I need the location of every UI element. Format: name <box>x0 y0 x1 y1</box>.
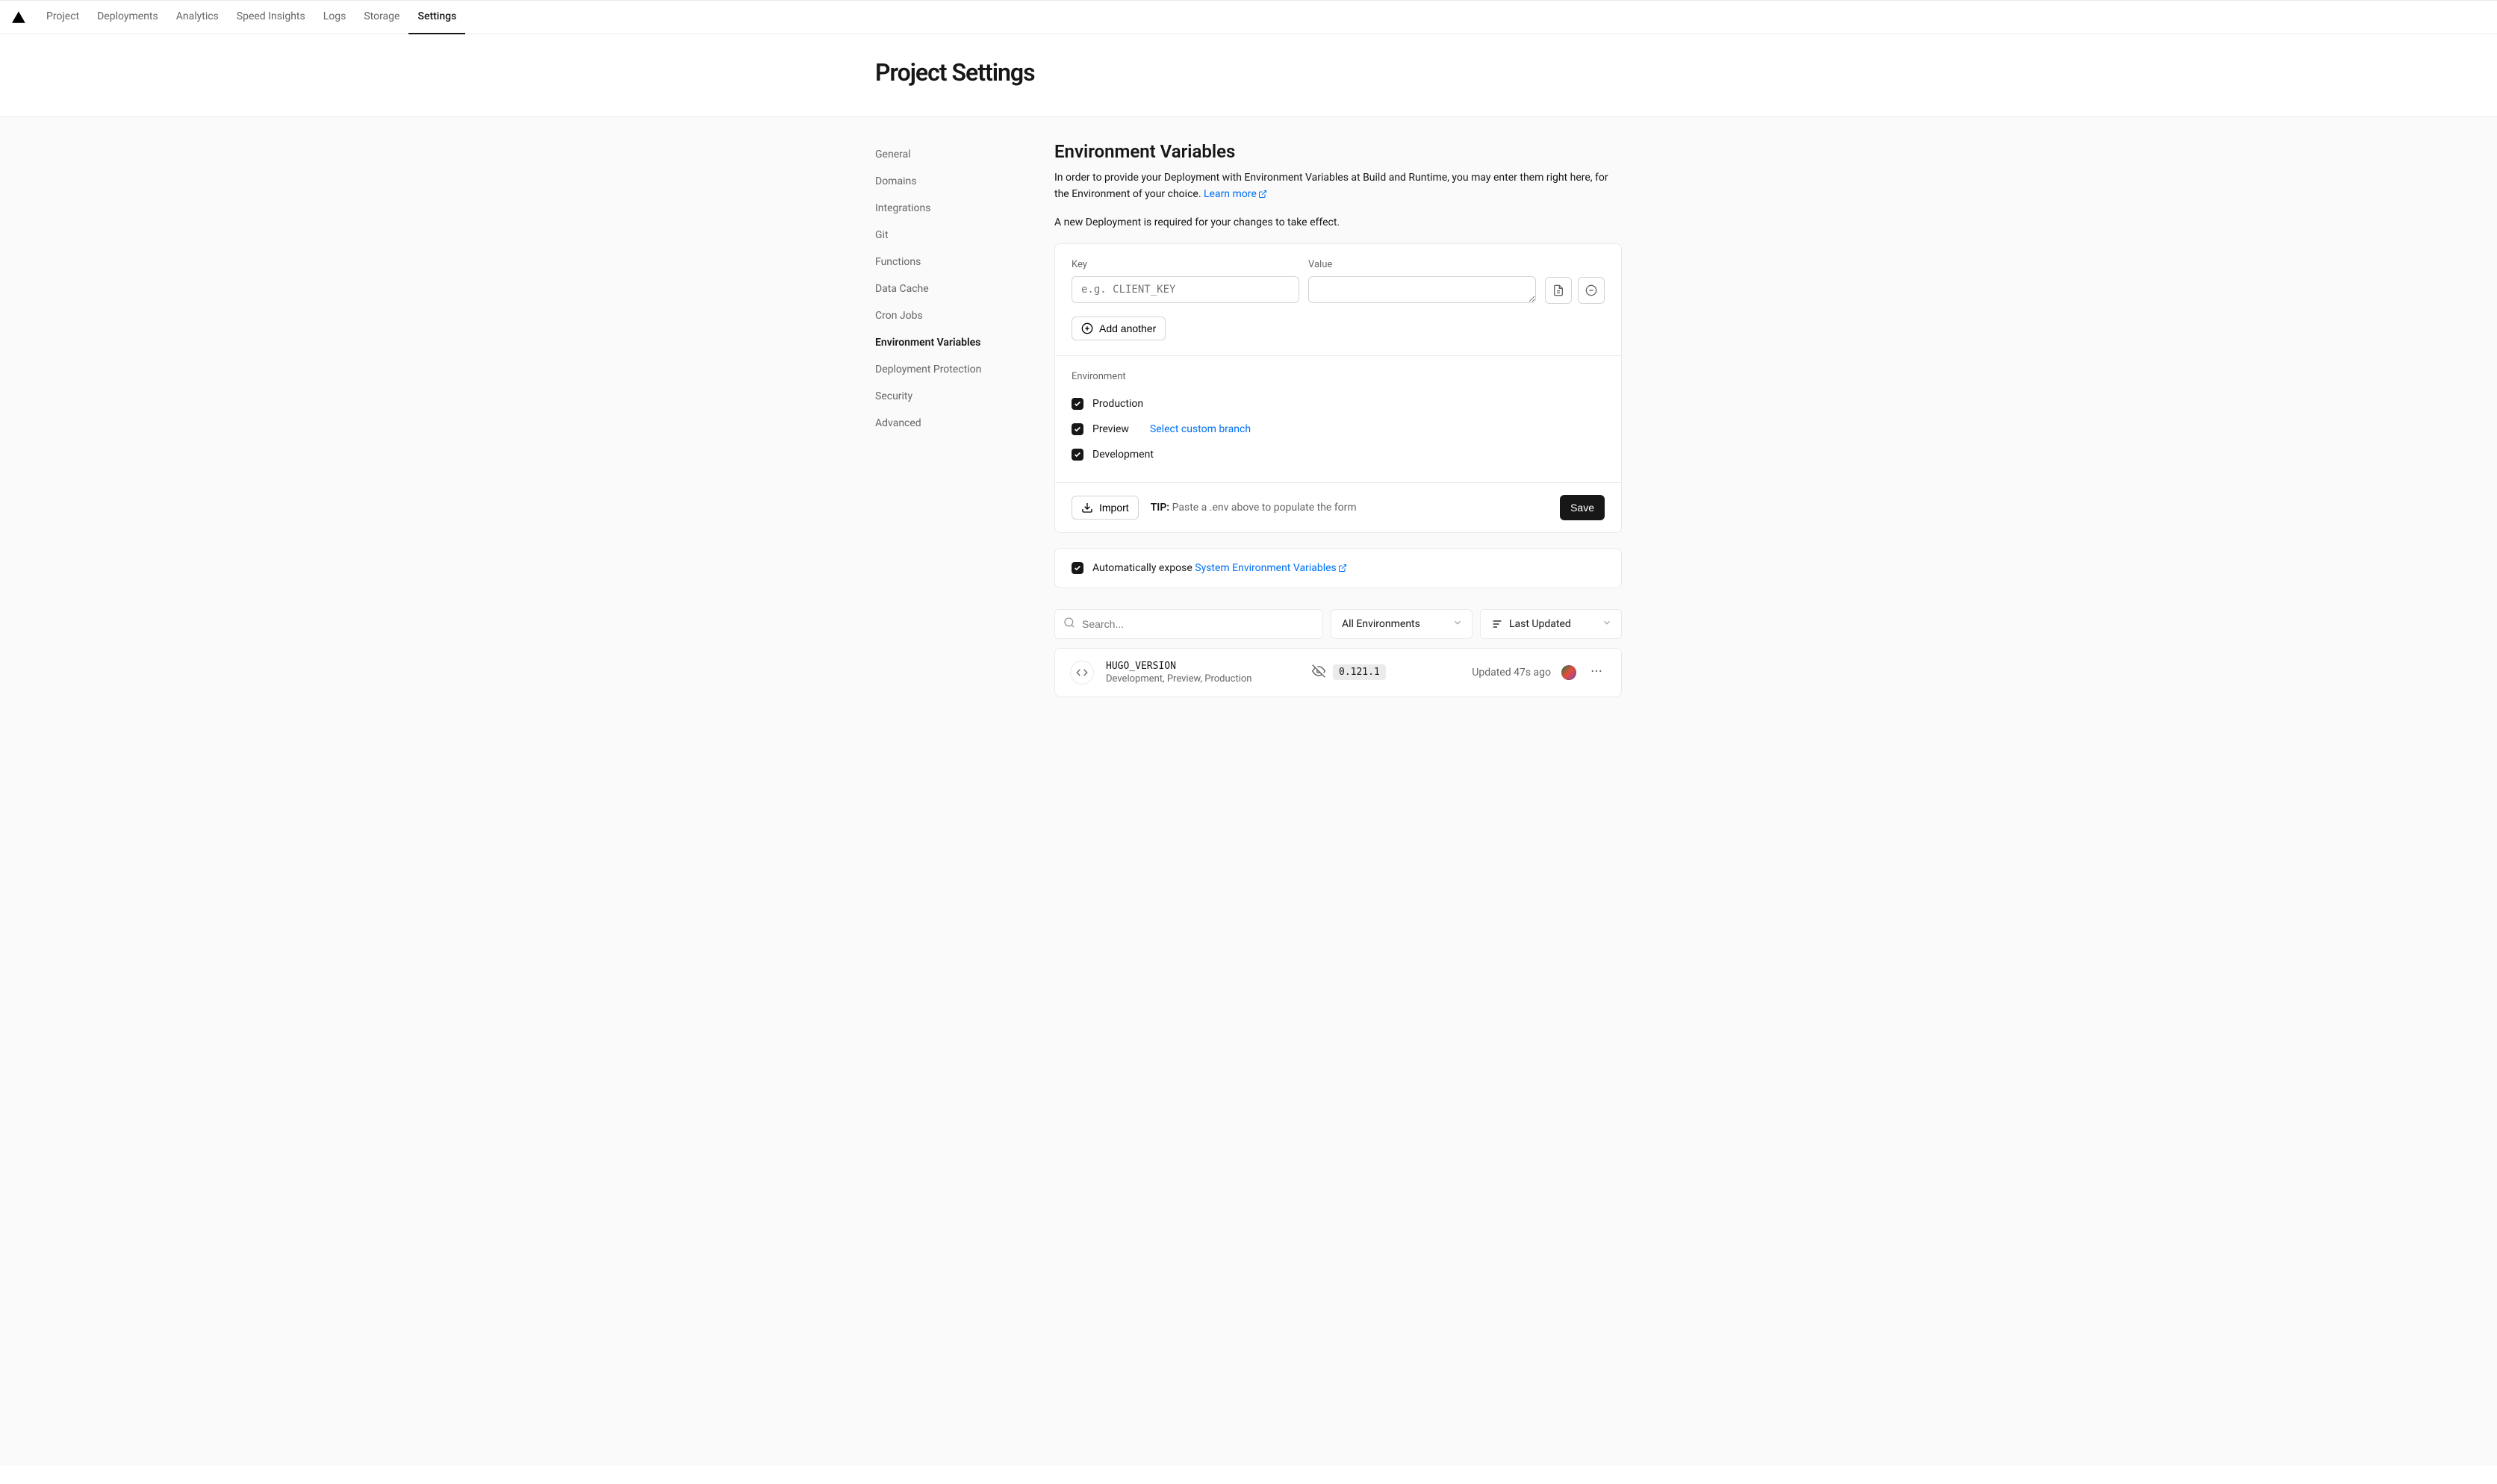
preview-checkbox[interactable] <box>1072 423 1083 435</box>
sidebar-item-environment-variables[interactable]: Environment Variables <box>875 329 1024 356</box>
tip-text: TIP: Paste a .env above to populate the … <box>1151 502 1357 514</box>
more-menu-button[interactable] <box>1587 661 1606 684</box>
sidebar-item-domains[interactable]: Domains <box>875 168 1024 195</box>
nav-tab-project[interactable]: Project <box>37 0 88 34</box>
add-another-button[interactable]: Add another <box>1072 317 1166 340</box>
development-label: Development <box>1092 449 1154 461</box>
search-icon <box>1063 617 1075 632</box>
env-filter-label: All Environments <box>1342 618 1420 630</box>
code-icon <box>1070 661 1094 685</box>
avatar[interactable] <box>1561 665 1576 680</box>
var-updated: Updated 47s ago <box>1472 667 1551 679</box>
sidebar-item-git[interactable]: Git <box>875 222 1024 249</box>
settings-sidebar: GeneralDomainsIntegrationsGitFunctionsDa… <box>875 141 1024 697</box>
external-link-icon <box>1258 190 1267 199</box>
file-icon <box>1552 284 1564 296</box>
top-nav: ProjectDeploymentsAnalyticsSpeed Insight… <box>0 0 2497 34</box>
production-checkbox[interactable] <box>1072 398 1083 410</box>
nav-tab-deployments[interactable]: Deployments <box>88 0 167 34</box>
development-checkbox[interactable] <box>1072 449 1083 461</box>
eye-off-icon[interactable] <box>1312 664 1325 681</box>
nav-tab-settings[interactable]: Settings <box>408 0 465 34</box>
value-label: Value <box>1308 259 1536 270</box>
var-name: HUGO_VERSION <box>1106 661 1300 672</box>
section-desc-text: In order to provide your Deployment with… <box>1054 172 1608 200</box>
section-title: Environment Variables <box>1054 141 1622 162</box>
var-value: 0.121.1 <box>1333 664 1386 680</box>
file-button[interactable] <box>1545 277 1572 304</box>
sort-icon <box>1491 618 1503 630</box>
page-title: Project Settings <box>875 58 1622 87</box>
minus-circle-icon <box>1585 284 1597 296</box>
production-label: Production <box>1092 398 1143 410</box>
env-value-input[interactable] <box>1308 276 1536 303</box>
search-input[interactable] <box>1054 609 1323 639</box>
sidebar-item-integrations[interactable]: Integrations <box>875 195 1024 222</box>
import-label: Import <box>1099 502 1129 514</box>
key-label: Key <box>1072 259 1299 270</box>
plus-circle-icon <box>1081 322 1093 334</box>
nav-tab-logs[interactable]: Logs <box>314 0 355 34</box>
sidebar-item-general[interactable]: General <box>875 141 1024 168</box>
remove-row-button[interactable] <box>1578 277 1605 304</box>
save-button[interactable]: Save <box>1560 495 1605 520</box>
brand-logo[interactable] <box>12 10 25 24</box>
create-env-card: Key Value <box>1054 243 1622 533</box>
env-var-list: HUGO_VERSION Development, Preview, Produ… <box>1054 648 1622 697</box>
sidebar-item-deployment-protection[interactable]: Deployment Protection <box>875 356 1024 383</box>
sort-select[interactable]: Last Updated <box>1480 609 1622 639</box>
sidebar-item-functions[interactable]: Functions <box>875 249 1024 275</box>
auto-expose-checkbox[interactable] <box>1072 562 1083 574</box>
preview-label: Preview <box>1092 423 1129 435</box>
chevron-down-icon <box>1452 617 1463 631</box>
auto-expose-text: Automatically expose System Environment … <box>1092 562 1347 574</box>
expose-card: Automatically expose System Environment … <box>1054 548 1622 588</box>
env-var-row[interactable]: HUGO_VERSION Development, Preview, Produ… <box>1054 648 1622 697</box>
chevron-down-icon <box>1602 617 1612 631</box>
nav-tab-analytics[interactable]: Analytics <box>167 0 228 34</box>
nav-tabs: ProjectDeploymentsAnalyticsSpeed Insight… <box>37 0 465 34</box>
settings-content: Environment Variables In order to provid… <box>1054 141 1622 697</box>
deploy-note: A new Deployment is required for your ch… <box>1054 216 1622 228</box>
nav-tab-storage[interactable]: Storage <box>355 0 408 34</box>
environment-label: Environment <box>1072 371 1605 382</box>
section-description: In order to provide your Deployment with… <box>1054 169 1622 203</box>
page-header: Project Settings <box>860 34 1637 116</box>
external-link-icon <box>1338 564 1347 573</box>
import-button[interactable]: Import <box>1072 496 1139 520</box>
var-environments: Development, Preview, Production <box>1106 673 1300 685</box>
system-env-link[interactable]: System Environment Variables <box>1195 562 1347 574</box>
env-key-input[interactable] <box>1072 276 1299 303</box>
add-another-label: Add another <box>1099 322 1156 334</box>
filter-row: All Environments Last Updated <box>1054 609 1622 639</box>
download-icon <box>1081 502 1093 514</box>
sort-label: Last Updated <box>1509 618 1571 630</box>
sidebar-item-cron-jobs[interactable]: Cron Jobs <box>875 302 1024 329</box>
env-filter-select[interactable]: All Environments <box>1331 609 1473 639</box>
nav-tab-speed-insights[interactable]: Speed Insights <box>228 0 314 34</box>
main-area: GeneralDomainsIntegrationsGitFunctionsDa… <box>0 116 2497 1466</box>
sidebar-item-advanced[interactable]: Advanced <box>875 410 1024 437</box>
sidebar-item-security[interactable]: Security <box>875 383 1024 410</box>
sidebar-item-data-cache[interactable]: Data Cache <box>875 275 1024 302</box>
select-branch-link[interactable]: Select custom branch <box>1150 423 1251 435</box>
learn-more-link[interactable]: Learn more <box>1204 188 1267 200</box>
